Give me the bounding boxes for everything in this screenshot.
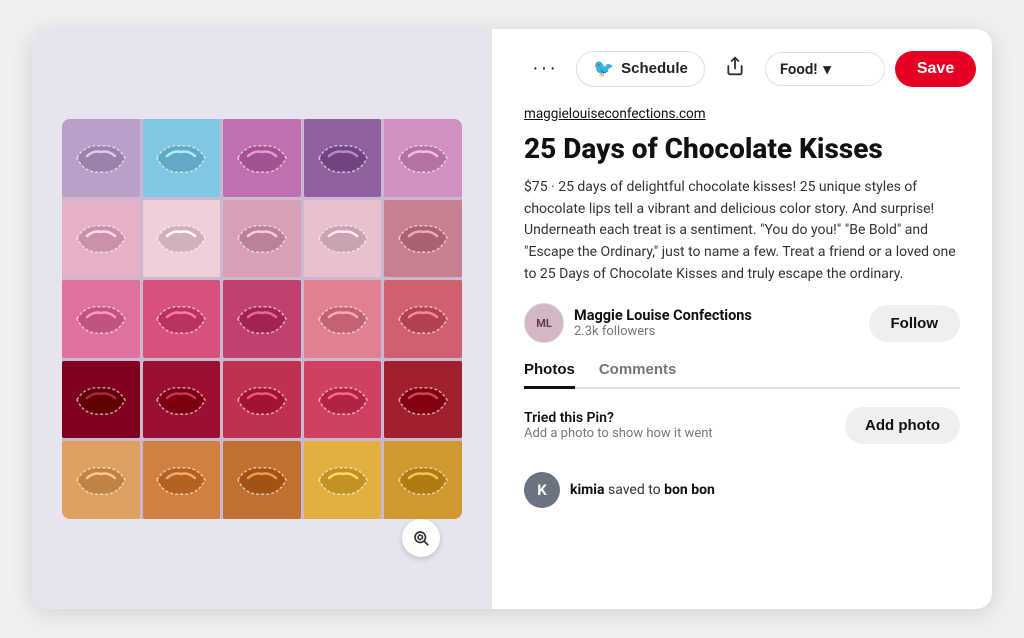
add-photo-button[interactable]: Add photo [845,407,960,444]
pin-image [62,119,462,519]
saved-by-row: K kimia saved to bon bon [524,472,960,508]
follow-button[interactable]: Follow [869,305,961,342]
lip-cell [62,280,140,358]
share-button[interactable] [715,49,755,88]
schedule-bird-icon: 🐦 [593,59,614,79]
saved-by-text: kimia saved to bon bon [570,482,715,498]
schedule-label: Schedule [621,60,688,77]
lip-cell [143,361,221,439]
tried-pin-text: Tried this Pin? [524,410,713,426]
lip-cell [304,119,382,197]
visual-search-button[interactable] [402,519,440,557]
lip-cell [143,441,221,519]
lip-cell [384,200,462,278]
lip-cell [143,200,221,278]
lip-cell [304,441,382,519]
avatar-initials: ML [536,317,552,330]
saved-by-username[interactable]: kimia [570,482,605,498]
schedule-button[interactable]: 🐦 Schedule [576,51,705,87]
lip-cell [304,280,382,358]
lip-cell [143,119,221,197]
pin-title: 25 Days of Chocolate Kisses [524,132,960,165]
image-panel [32,29,492,609]
lip-cell [62,361,140,439]
toolbar: ··· 🐦 Schedule Food! ▾ Save [524,49,960,88]
author-row: ML Maggie Louise Confections 2.3k follow… [524,303,960,343]
chevron-down-icon: ▾ [823,60,831,78]
lip-cell [384,119,462,197]
author-followers: 2.3k followers [574,324,859,339]
saved-by-avatar: K [524,472,560,508]
add-photo-subtext: Add a photo to show how it went [524,426,713,441]
board-name: Food! [780,60,818,78]
lip-cell [223,280,301,358]
saved-by-board[interactable]: bon bon [664,482,715,498]
lip-cell [223,441,301,519]
tab-comments[interactable]: Comments [599,361,677,389]
lip-cell [62,441,140,519]
lip-cell [62,200,140,278]
source-link[interactable]: maggielouiseconfections.com [524,106,960,122]
avatar: ML [524,303,564,343]
add-photo-section: Tried this Pin? Add a photo to show how … [524,407,960,444]
author-info: Maggie Louise Confections 2.3k followers [574,307,859,339]
lip-cell [384,361,462,439]
lip-cell [223,361,301,439]
saved-by-avatar-letter: K [537,481,547,499]
lip-cell [384,280,462,358]
more-options-button[interactable]: ··· [524,53,566,84]
save-button[interactable]: Save [895,51,976,87]
pin-detail-card: ··· 🐦 Schedule Food! ▾ Save maggielouise… [32,29,992,609]
lip-cell [223,200,301,278]
details-panel: ··· 🐦 Schedule Food! ▾ Save maggielouise… [492,29,992,609]
lip-cell [384,441,462,519]
lip-cell [304,361,382,439]
lip-cell [304,200,382,278]
saved-by-action: saved to [608,482,664,498]
pin-description: $75 · 25 days of delightful chocolate ki… [524,177,960,285]
tabs: Photos Comments [524,361,960,389]
board-selector[interactable]: Food! ▾ [765,52,885,86]
tab-photos[interactable]: Photos [524,361,575,389]
lip-cell [62,119,140,197]
add-photo-text: Tried this Pin? Add a photo to show how … [524,410,713,441]
author-name[interactable]: Maggie Louise Confections [574,307,859,324]
lip-cell [143,280,221,358]
lip-cell [223,119,301,197]
